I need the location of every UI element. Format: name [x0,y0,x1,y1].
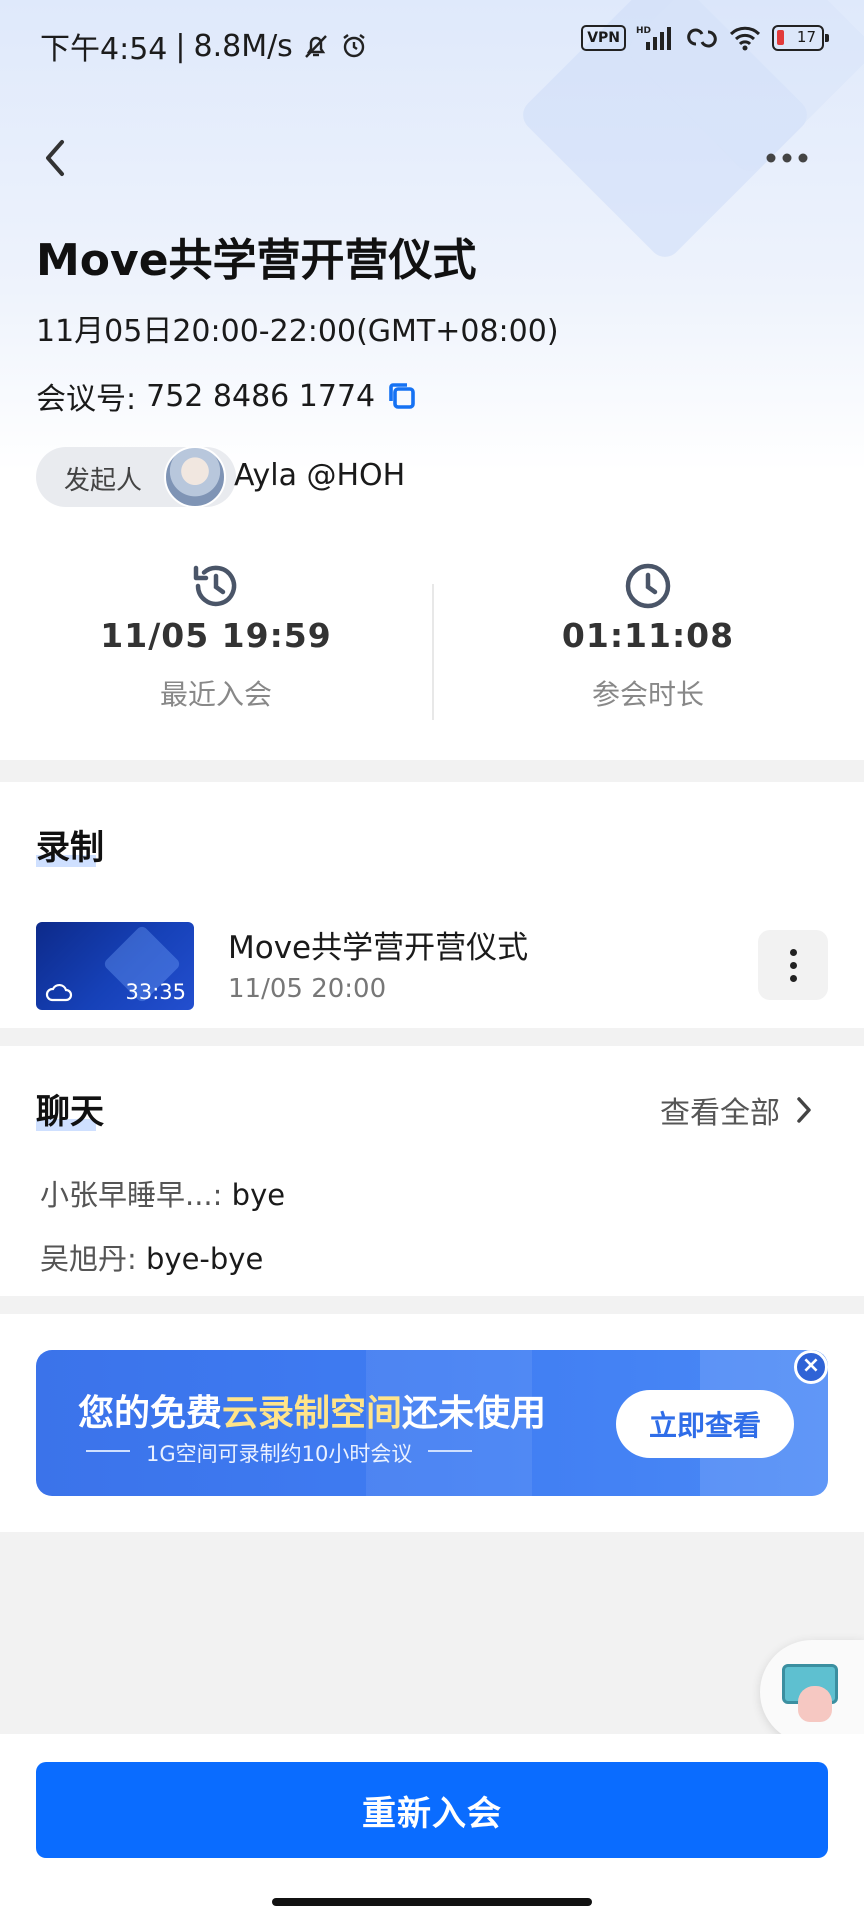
alarm-icon [343,34,365,58]
duration-label: 参会时长 [591,678,704,711]
avatar[interactable] [164,446,226,508]
close-banner-icon[interactable]: × [794,1350,828,1384]
meeting-id-label: 会议号: [36,382,137,417]
meeting-id-row: 会议号: 752 8486 1774 [36,374,419,418]
recording-more-button[interactable] [758,930,828,1000]
last-join-stat: 11/05 19:59 最近入会 [66,560,366,713]
back-arrow-icon[interactable] [36,134,76,182]
status-right: VPN HD 17 [581,24,829,52]
home-indicator [272,1898,592,1906]
recording-section-title: 录制 [36,828,104,868]
banner-subtitle: 1G空间可录制约10小时会议 [85,1438,473,1468]
network-speed: 8.8M/s [193,28,293,64]
vpn-badge: VPN [581,25,626,51]
meeting-id-value: 752 8486 1774 [146,378,376,414]
recording-thumbnail[interactable]: 33:35 [36,922,194,1010]
recording-title[interactable]: Move共学营开营仪式 [228,922,528,967]
svg-text:HD: HD [636,26,651,36]
host-label: 发起人 [64,466,143,496]
meeting-title: Move共学营开营仪式 [36,235,477,286]
duration-value: 01:11:08 [561,616,735,655]
divider [432,584,434,720]
wifi-icon [729,26,761,51]
chat-message: 小张早睡早...: bye [40,1178,286,1212]
signal-icon: HD [636,26,671,50]
clock: 下午4:54 [40,32,168,67]
chat-message: 吴旭丹: bye-bye [40,1242,264,1276]
cloud-icon [45,983,73,1002]
status-bar: 下午4:54 | 8.8M/s VPN HD 17 [0,0,864,86]
cloud-storage-banner[interactable]: 您的免费云录制空间还未使用 1G空间可录制约10小时会议 立即查看 [36,1350,828,1496]
status-left: 下午4:54 | 8.8M/s [40,24,369,68]
battery-icon: 17 [772,25,829,51]
separator: | [175,28,186,64]
last-join-label: 最近入会 [159,678,272,711]
link-icon [687,28,717,48]
last-join-value: 11/05 19:59 [100,616,332,655]
banner-title: 您的免费云录制空间还未使用 [78,1393,547,1434]
recording-date: 11/05 20:00 [228,974,387,1004]
meeting-datetime: 11月05日20:00-22:00(GMT+08:00) [36,314,559,349]
mute-bell-icon [304,35,327,58]
host-name: Ayla @HOH [234,458,406,493]
clock-icon [625,563,671,609]
duration-stat: 01:11:08 参会时长 [498,560,798,713]
floating-assist-button[interactable] [760,1640,864,1744]
history-clock-icon [193,565,237,607]
more-options-icon[interactable] [764,146,810,170]
recording-duration: 33:35 [125,980,186,1004]
view-now-button[interactable]: 立即查看 [616,1390,794,1458]
copy-icon[interactable] [385,379,419,413]
view-all-label: 查看全部 [660,1096,780,1131]
chevron-right-icon [797,1097,811,1123]
chat-section-title: 聊天 [36,1092,104,1132]
view-all-link[interactable]: 查看全部 [660,1088,814,1132]
rejoin-button[interactable]: 重新入会 [36,1762,828,1858]
